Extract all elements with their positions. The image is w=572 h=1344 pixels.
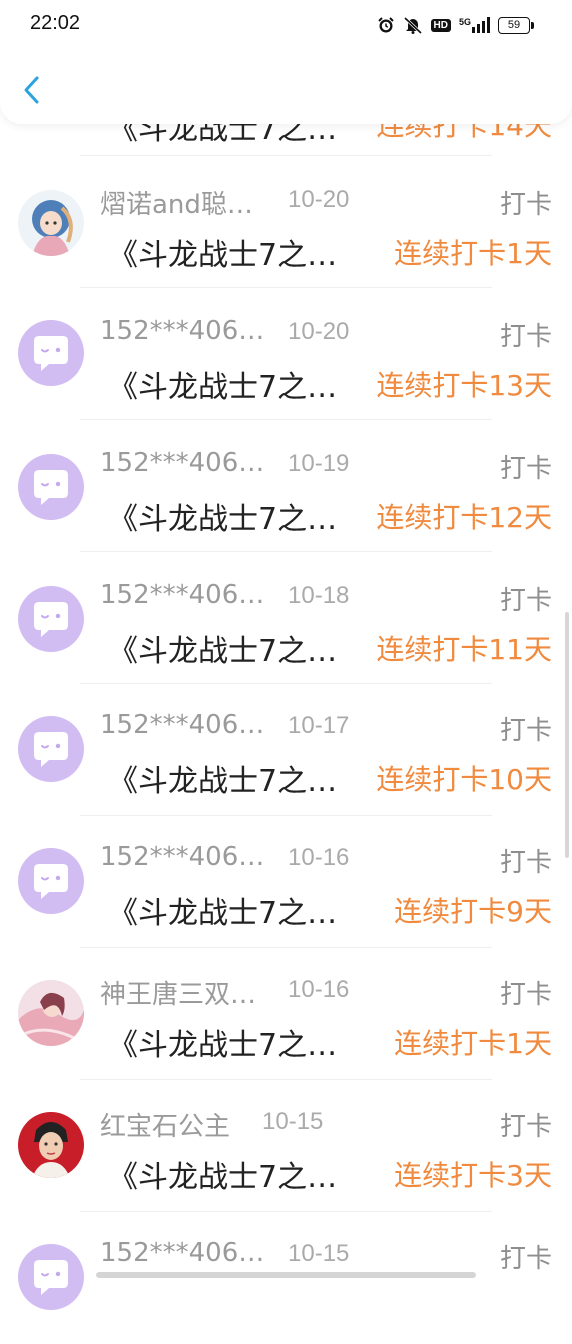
item-streak: 连续打卡10天 bbox=[376, 763, 552, 796]
list-item[interactable]: 熠诺and聪… 10-20 打卡 《斗龙战士7之… 连续打卡1天 bbox=[0, 156, 572, 288]
avatar bbox=[18, 190, 84, 256]
item-username: 熠诺and聪… bbox=[100, 190, 253, 220]
item-tag: 打卡 bbox=[499, 1244, 552, 1274]
alarm-icon bbox=[377, 16, 395, 34]
battery-icon: 59 bbox=[498, 16, 534, 34]
chevron-left-icon[interactable] bbox=[18, 74, 46, 106]
avatar bbox=[18, 980, 84, 1046]
list-item[interactable]: 152***406… 10-15 打卡 bbox=[0, 1212, 572, 1344]
item-username: 红宝石公主 bbox=[100, 1112, 231, 1142]
item-title: 《斗龙战士7之… bbox=[108, 634, 338, 669]
scrollbar[interactable] bbox=[565, 612, 569, 858]
avatar bbox=[18, 1244, 84, 1310]
item-title: 《斗龙战士7之… bbox=[108, 370, 338, 405]
item-date: 10-20 bbox=[288, 318, 350, 345]
item-date: 10-15 bbox=[288, 1240, 350, 1267]
list-item[interactable]: 152***406… 10-18 打卡 《斗龙战士7之… 连续打卡11天 bbox=[0, 552, 572, 684]
item-streak: 连续打卡13天 bbox=[376, 369, 552, 402]
avatar bbox=[18, 320, 84, 386]
item-username: 152***406… bbox=[100, 842, 265, 872]
item-username: 神王唐三双… bbox=[100, 980, 257, 1010]
avatar bbox=[18, 586, 84, 652]
item-streak: 连续打卡11天 bbox=[376, 633, 552, 666]
list-item[interactable]: 152***406… 10-16 打卡 《斗龙战士7之… 连续打卡9天 bbox=[0, 816, 572, 948]
item-tag: 打卡 bbox=[499, 190, 552, 220]
item-date: 10-20 bbox=[288, 186, 350, 213]
item-title: 《斗龙战士7之… bbox=[108, 502, 338, 537]
item-streak: 连续打卡1天 bbox=[394, 1027, 552, 1060]
status-icons: HD 5G 59 bbox=[377, 12, 534, 38]
avatar bbox=[18, 454, 84, 520]
signal-icon: 5G bbox=[459, 17, 490, 33]
item-streak: 连续打卡1天 bbox=[394, 237, 552, 270]
item-title: 《斗龙战士7之… bbox=[108, 896, 338, 931]
mute-bell-icon bbox=[403, 16, 423, 34]
item-date: 10-18 bbox=[288, 582, 350, 609]
item-title: 《斗龙战士7之… bbox=[108, 1160, 338, 1195]
item-date: 10-16 bbox=[288, 976, 350, 1003]
list-item[interactable]: 神王唐三双… 10-16 打卡 《斗龙战士7之… 连续打卡1天 bbox=[0, 948, 572, 1080]
network-type: 5G bbox=[458, 17, 471, 27]
avatar bbox=[18, 1112, 84, 1178]
item-username: 152***406… bbox=[100, 1238, 265, 1268]
header bbox=[0, 50, 572, 124]
item-tag: 打卡 bbox=[499, 586, 552, 616]
hd-badge: HD bbox=[430, 18, 451, 32]
item-date: 10-17 bbox=[288, 712, 350, 739]
item-streak: 连续打卡3天 bbox=[394, 1159, 552, 1192]
item-title: 《斗龙战士7之… bbox=[108, 1028, 338, 1063]
item-username: 152***406… bbox=[100, 448, 265, 478]
item-title: 《斗龙战士7之… bbox=[108, 238, 338, 273]
item-title: 《斗龙战士7之… bbox=[108, 764, 338, 799]
status-time: 22:02 bbox=[30, 12, 81, 34]
avatar bbox=[18, 848, 84, 914]
item-tag: 打卡 bbox=[499, 322, 552, 352]
avatar bbox=[18, 716, 84, 782]
list-item[interactable]: 152***406… 10-19 打卡 《斗龙战士7之… 连续打卡12天 bbox=[0, 420, 572, 552]
item-tag: 打卡 bbox=[499, 848, 552, 878]
checkin-list: 《斗龙战士7之… 连续打卡14天 熠诺and聪… 10-20 打卡 《斗龙战士7… bbox=[0, 0, 572, 1310]
list-item[interactable]: 152***406… 10-20 打卡 《斗龙战士7之… 连续打卡13天 bbox=[0, 288, 572, 420]
item-username: 152***406… bbox=[100, 710, 265, 740]
item-tag: 打卡 bbox=[499, 716, 552, 746]
item-tag: 打卡 bbox=[499, 1112, 552, 1142]
item-username: 152***406… bbox=[100, 316, 265, 346]
item-date: 10-15 bbox=[262, 1108, 324, 1135]
home-indicator[interactable] bbox=[96, 1272, 476, 1278]
item-date: 10-19 bbox=[288, 450, 350, 477]
item-streak: 连续打卡12天 bbox=[376, 501, 552, 534]
item-date: 10-16 bbox=[288, 844, 350, 871]
list-item[interactable]: 152***406… 10-17 打卡 《斗龙战士7之… 连续打卡10天 bbox=[0, 684, 572, 816]
item-streak: 连续打卡9天 bbox=[394, 895, 552, 928]
item-tag: 打卡 bbox=[499, 454, 552, 484]
list-item[interactable]: 红宝石公主 10-15 打卡 《斗龙战士7之… 连续打卡3天 bbox=[0, 1080, 572, 1212]
item-tag: 打卡 bbox=[499, 980, 552, 1010]
item-username: 152***406… bbox=[100, 580, 265, 610]
status-bar: 22:02 HD 5G 59 bbox=[0, 0, 572, 50]
